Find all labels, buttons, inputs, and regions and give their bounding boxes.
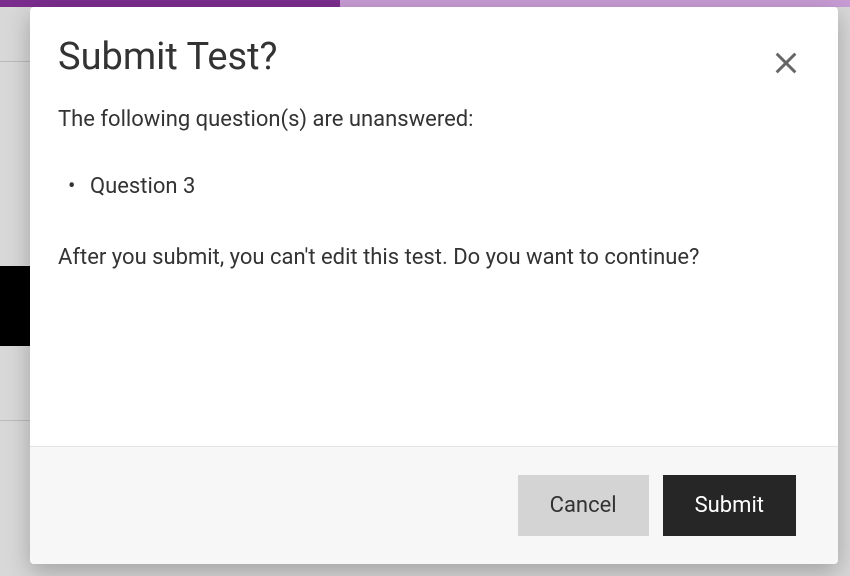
modal-body: Submit Test? The following question(s) a… — [30, 7, 838, 446]
background-divider — [0, 61, 30, 62]
modal-footer: Cancel Submit — [30, 446, 838, 564]
modal-title: Submit Test? — [58, 35, 810, 79]
sidebar-fragment — [0, 266, 30, 346]
submit-test-modal: Submit Test? The following question(s) a… — [30, 7, 838, 564]
warning-text: After you submit, you can't edit this te… — [58, 239, 738, 278]
submit-button[interactable]: Submit — [663, 475, 796, 536]
top-accent-bar — [0, 0, 850, 7]
cancel-button[interactable]: Cancel — [518, 475, 649, 536]
unanswered-list: Question 3 — [58, 174, 810, 199]
list-item: Question 3 — [72, 174, 810, 199]
unanswered-heading: The following question(s) are unanswered… — [58, 107, 810, 132]
close-icon — [772, 49, 800, 77]
close-button[interactable] — [766, 43, 806, 83]
background-divider — [0, 420, 30, 421]
